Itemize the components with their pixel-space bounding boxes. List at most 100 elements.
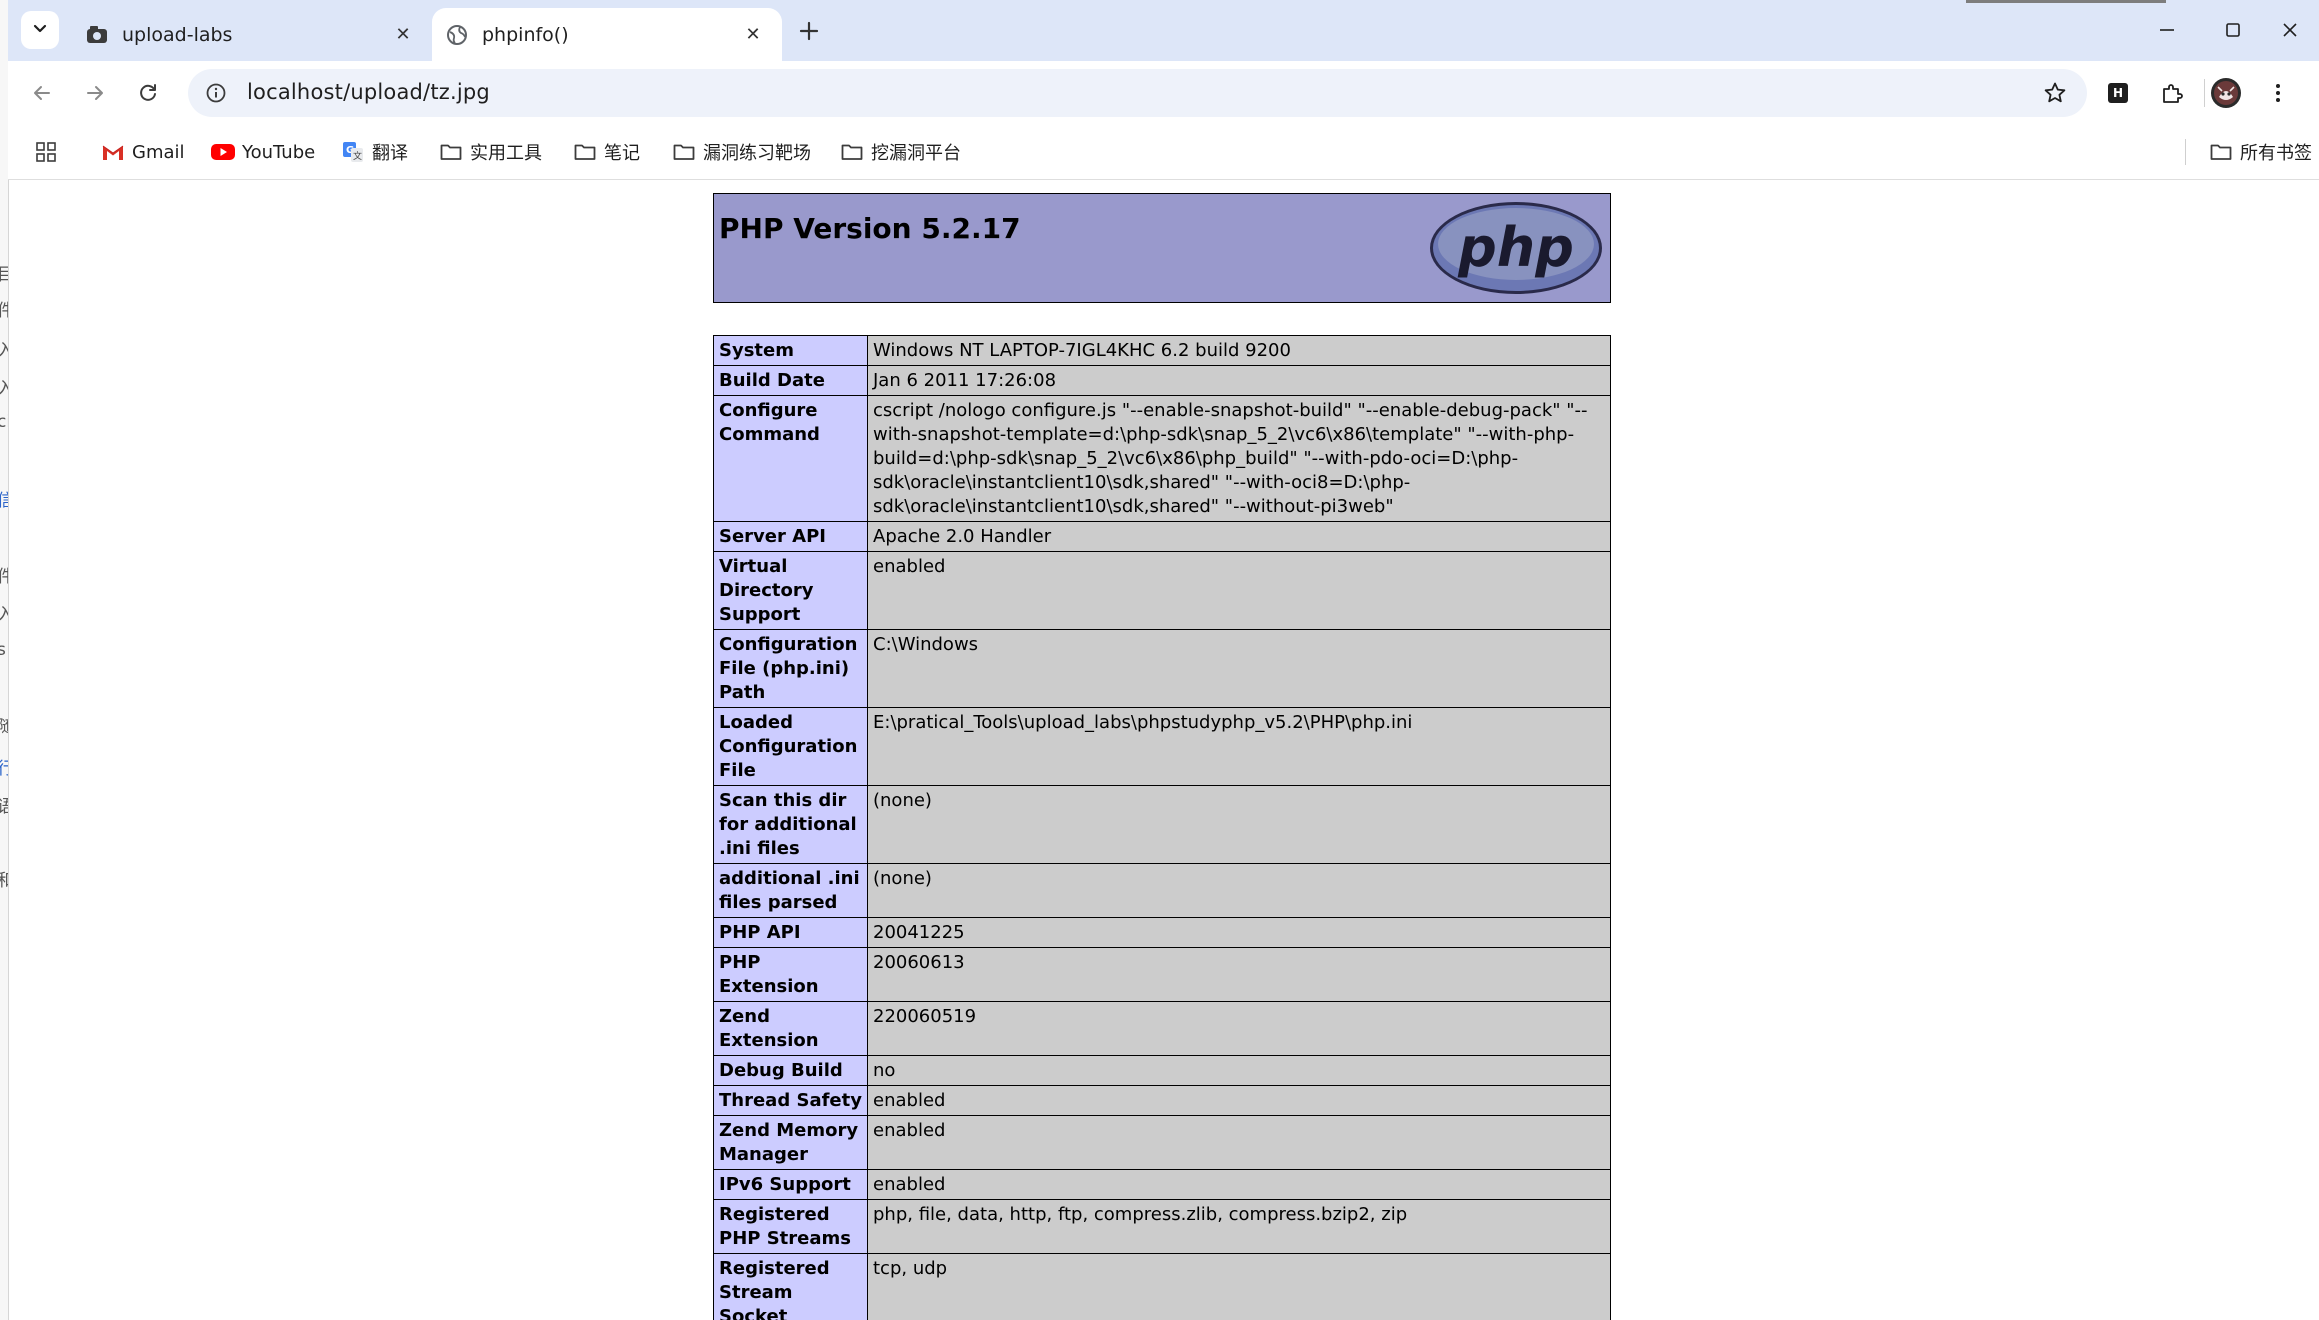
table-row: System Windows NT LAPTOP-7IGL4KHC 6.2 bui… bbox=[713, 335, 1611, 366]
background-window-glyph: 行 bbox=[0, 754, 8, 779]
all-bookmarks-button[interactable]: 所有书签 bbox=[2209, 138, 2312, 166]
info-key: additional .ini files parsed bbox=[713, 863, 868, 918]
tab-upload-labs[interactable]: upload-labs ✕ bbox=[72, 8, 432, 61]
table-row: Registered PHP Streams php, file, data, h… bbox=[713, 1199, 1611, 1254]
info-key: PHP Extension bbox=[713, 947, 868, 1002]
table-row: additional .ini files parsed (none) bbox=[713, 863, 1611, 918]
apps-grid-button[interactable] bbox=[34, 138, 65, 166]
table-row: Scan this dir for additional .ini files(… bbox=[713, 785, 1611, 864]
table-row: Build Date Jan 6 2011 17:26:08 bbox=[713, 365, 1611, 396]
tab-title: phpinfo() bbox=[482, 23, 569, 46]
close-window-button[interactable] bbox=[2257, 8, 2319, 52]
background-window-edge: 目件入入ci信件入s随行语和 bbox=[0, 0, 9, 1320]
info-key: Scan this dir for additional .ini files bbox=[713, 785, 868, 864]
bookmark-folder-notes[interactable]: 笔记 bbox=[573, 138, 640, 166]
bookmark-folder-bug-platform[interactable]: 挖漏洞平台 bbox=[840, 138, 961, 166]
info-key: IPv6 Support bbox=[713, 1169, 868, 1200]
info-value: Apache 2.0 Handler bbox=[867, 521, 1611, 552]
info-value: (none) bbox=[867, 863, 1611, 918]
info-key: System bbox=[713, 335, 868, 366]
php-logo-icon: php bbox=[1430, 202, 1602, 294]
info-value: enabled bbox=[867, 551, 1611, 630]
chevron-down-icon bbox=[32, 20, 48, 40]
profile-avatar[interactable] bbox=[2208, 75, 2244, 111]
arrow-right-icon bbox=[87, 86, 103, 100]
folder-icon bbox=[439, 140, 463, 164]
tab-search-button[interactable] bbox=[21, 11, 59, 49]
background-window-glyph: 目 bbox=[0, 260, 8, 285]
site-info-icon[interactable] bbox=[202, 79, 230, 107]
browser-toolbar: localhost/upload/tz.jpg H bbox=[8, 61, 2319, 125]
new-tab-button[interactable] bbox=[792, 14, 826, 48]
extensions-puzzle-icon[interactable] bbox=[2154, 75, 2190, 111]
info-value: E:\pratical_Tools\upload_labs\phpstudyph… bbox=[867, 707, 1611, 786]
table-row: Zend Extension 220060519 bbox=[713, 1001, 1611, 1056]
address-bar[interactable]: localhost/upload/tz.jpg bbox=[188, 69, 2087, 117]
reload-button[interactable] bbox=[128, 73, 168, 113]
info-key: Configure Command bbox=[713, 395, 868, 522]
background-window-glyph: 和 bbox=[0, 866, 8, 891]
apps-grid-icon bbox=[34, 140, 58, 164]
bookmark-label: 挖漏洞平台 bbox=[871, 143, 961, 164]
close-icon bbox=[2283, 23, 2297, 37]
back-button[interactable] bbox=[22, 73, 62, 113]
bookmark-folder-tools[interactable]: 实用工具 bbox=[439, 138, 542, 166]
background-window-glyph: 入 bbox=[0, 374, 8, 399]
minimize-icon bbox=[2160, 29, 2174, 31]
info-value: no bbox=[867, 1055, 1611, 1086]
table-row: Registered Stream Socket Transportstcp, … bbox=[713, 1253, 1611, 1320]
bookmark-gmail[interactable]: Gmail bbox=[101, 138, 185, 166]
bookmark-label: Gmail bbox=[132, 141, 185, 163]
kebab-menu-icon[interactable] bbox=[2260, 75, 2296, 111]
close-tab-icon[interactable]: ✕ bbox=[390, 21, 416, 47]
info-key: Build Date bbox=[713, 365, 868, 396]
info-value: 220060519 bbox=[867, 1001, 1611, 1056]
bookmark-label: 翻译 bbox=[372, 143, 408, 164]
phpinfo-table: System Windows NT LAPTOP-7IGL4KHC 6.2 bui… bbox=[713, 335, 1611, 1320]
bookmark-translate[interactable]: G文 翻译 bbox=[341, 138, 408, 166]
background-window-glyph: 入 bbox=[0, 600, 8, 625]
table-row: Thread Safety enabled bbox=[713, 1085, 1611, 1116]
bookmark-folder-vuln-range[interactable]: 漏洞练习靶场 bbox=[672, 138, 811, 166]
maximize-icon bbox=[2226, 23, 2240, 37]
window-top-edge bbox=[1966, 0, 2166, 3]
bookmark-star-icon[interactable] bbox=[2041, 79, 2069, 107]
tab-phpinfo[interactable]: phpinfo() ✕ bbox=[432, 8, 782, 61]
table-row: Zend Memory Manager enabled bbox=[713, 1115, 1611, 1170]
globe-icon bbox=[446, 24, 468, 46]
table-row: IPv6 Support enabled bbox=[713, 1169, 1611, 1200]
table-row: Server API Apache 2.0 Handler bbox=[713, 521, 1611, 552]
info-key: Server API bbox=[713, 521, 868, 552]
folder-icon bbox=[2209, 140, 2233, 164]
reload-icon bbox=[140, 84, 156, 101]
url-text[interactable]: localhost/upload/tz.jpg bbox=[247, 80, 490, 104]
table-row: Configure Command cscript /nologo configu… bbox=[713, 395, 1611, 522]
info-value: 20060613 bbox=[867, 947, 1611, 1002]
info-key: Zend Extension bbox=[713, 1001, 868, 1056]
close-tab-icon[interactable]: ✕ bbox=[740, 21, 766, 47]
table-row: PHP Extension 20060613 bbox=[713, 947, 1611, 1002]
bookmark-label: 漏洞练习靶场 bbox=[703, 143, 811, 164]
tab-strip: upload-labs ✕ phpinfo() ✕ bbox=[8, 0, 2319, 61]
info-key: Virtual Directory Support bbox=[713, 551, 868, 630]
minimize-button[interactable] bbox=[2134, 8, 2200, 52]
info-value: C:\Windows bbox=[867, 629, 1611, 708]
info-value: (none) bbox=[867, 785, 1611, 864]
bookmark-label: 实用工具 bbox=[470, 143, 542, 164]
translate-icon: G文 bbox=[341, 140, 365, 164]
info-value: tcp, udp bbox=[867, 1253, 1611, 1320]
info-value: php, file, data, http, ftp, compress.zli… bbox=[867, 1199, 1611, 1254]
folder-icon bbox=[672, 140, 696, 164]
info-value: enabled bbox=[867, 1115, 1611, 1170]
folder-icon bbox=[840, 140, 864, 164]
background-window-glyph: 随 bbox=[0, 712, 8, 737]
background-window-glyph: 件 bbox=[0, 562, 8, 587]
forward-button[interactable] bbox=[75, 73, 115, 113]
info-value: Jan 6 2011 17:26:08 bbox=[867, 365, 1611, 396]
bookmarks-bar: Gmail YouTube G文 翻译 实用工具 笔记 漏洞练习靶场 挖漏洞平台… bbox=[8, 125, 2319, 180]
bookmark-youtube[interactable]: YouTube bbox=[211, 138, 315, 166]
svg-text:php: php bbox=[1457, 216, 1574, 279]
info-key: Zend Memory Manager bbox=[713, 1115, 868, 1170]
extension-h-icon[interactable]: H bbox=[2100, 75, 2136, 111]
info-key: Thread Safety bbox=[713, 1085, 868, 1116]
